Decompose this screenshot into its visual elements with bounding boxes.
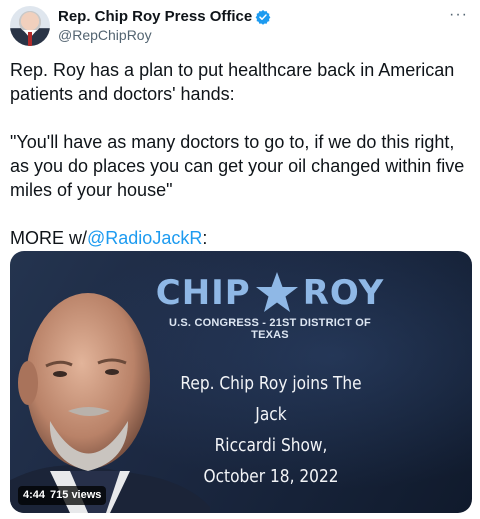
episode-line-3: October 18, 2022 xyxy=(203,467,339,487)
avatar-tie xyxy=(28,32,32,46)
avatar[interactable] xyxy=(10,6,50,46)
account-name[interactable]: Rep. Chip Roy Press Office xyxy=(58,8,252,25)
episode-line-1: Rep. Chip Roy joins The Jack xyxy=(180,374,362,425)
more-options-icon[interactable]: ··· xyxy=(449,6,468,24)
brand-right-text: ROY xyxy=(302,273,385,313)
brand-logo: CHIP ROY xyxy=(152,272,388,313)
video-duration: 4:44 xyxy=(23,489,46,501)
brand-left-text: CHIP xyxy=(155,273,251,313)
tweet-header: Rep. Chip Roy Press Office @RepChipRoy ·… xyxy=(10,6,470,46)
episode-line-2: Riccardi Show, xyxy=(214,436,328,456)
tweet-paragraph-1: Rep. Roy has a plan to put healthcare ba… xyxy=(10,60,455,104)
tweet-paragraph-2: "You'll have as many doctors to go to, i… xyxy=(10,132,465,200)
name-row: Rep. Chip Roy Press Office xyxy=(58,8,271,25)
star-icon xyxy=(255,272,298,312)
episode-title: Rep. Chip Roy joins The Jack Riccardi Sh… xyxy=(170,369,372,493)
more-suffix: : xyxy=(202,228,208,248)
account-handle[interactable]: @RepChipRoy xyxy=(58,27,152,43)
tweet-paragraph-3: MORE w/@RadioJackR: xyxy=(10,226,470,250)
video-subtitle: U.S. CONGRESS - 21ST DISTRICT OF TEXAS xyxy=(169,317,371,341)
more-prefix: MORE w/ xyxy=(10,228,88,248)
tweet-text: Rep. Roy has a plan to put healthcare ba… xyxy=(10,58,470,250)
video-duration-badge: 4:44 715 views xyxy=(18,486,107,505)
mention-link[interactable]: @RadioJackR xyxy=(87,228,202,248)
verified-badge-icon xyxy=(255,9,271,25)
video-player[interactable]: CHIP ROY U.S. CONGRESS - 21ST DISTRICT O… xyxy=(10,251,472,513)
video-views: 715 views xyxy=(50,489,102,501)
